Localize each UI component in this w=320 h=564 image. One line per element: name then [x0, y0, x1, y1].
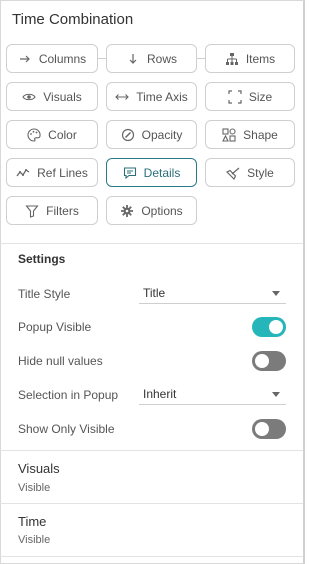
selection-popup-value: Inherit	[143, 387, 177, 401]
eye-icon	[22, 90, 36, 104]
ref-lines-button[interactable]: Ref Lines	[6, 158, 98, 187]
hide-null-label: Hide null values	[18, 354, 103, 368]
time-axis-label: Time Axis	[136, 89, 188, 104]
resize-icon	[228, 89, 242, 104]
hide-null-toggle[interactable]	[252, 351, 286, 371]
visuals-section-title[interactable]: Visuals	[18, 461, 60, 476]
time-section-title[interactable]: Time	[18, 514, 46, 529]
gear-icon	[120, 204, 134, 218]
columns-button[interactable]: Columns	[6, 44, 98, 73]
divider	[0, 503, 303, 504]
time-axis-button[interactable]: Time Axis	[106, 82, 197, 111]
filters-label: Filters	[46, 203, 79, 218]
visuals-label: Visuals	[43, 89, 82, 104]
color-button[interactable]: Color	[6, 120, 98, 149]
divider	[0, 556, 303, 557]
panel-title: Time Combination	[12, 11, 134, 28]
options-button[interactable]: Options	[106, 196, 197, 225]
details-button[interactable]: Details	[106, 158, 197, 187]
rows-button[interactable]: Rows	[106, 44, 197, 73]
color-label: Color	[48, 127, 77, 142]
shapes-icon	[222, 127, 236, 142]
hierarchy-icon	[225, 52, 239, 66]
options-label: Options	[141, 203, 183, 218]
size-button[interactable]: Size	[205, 82, 295, 111]
size-label: Size	[248, 89, 273, 104]
toggle-knob	[269, 320, 283, 334]
palette-icon	[27, 127, 41, 142]
filter-icon	[25, 204, 39, 218]
show-only-visible-label: Show Only Visible	[18, 422, 115, 436]
title-style-label: Title Style	[18, 287, 71, 301]
details-label: Details	[143, 165, 181, 180]
double-arrow-icon	[115, 90, 129, 104]
filters-button[interactable]: Filters	[6, 196, 98, 225]
opacity-label: Opacity	[141, 127, 183, 142]
selection-popup-dropdown[interactable]: Inherit	[139, 383, 286, 405]
toggle-knob	[255, 354, 269, 368]
divider	[0, 450, 303, 451]
popup-visible-toggle[interactable]	[252, 317, 286, 337]
caret-down-icon	[272, 291, 280, 296]
title-style-dropdown[interactable]: Title	[139, 282, 286, 304]
arrow-down-icon	[126, 52, 140, 66]
time-section-value: Visible	[18, 534, 51, 546]
toggle-knob	[255, 422, 269, 436]
opacity-button[interactable]: Opacity	[106, 120, 197, 149]
style-button[interactable]: Style	[205, 158, 295, 187]
show-only-visible-toggle[interactable]	[252, 419, 286, 439]
title-style-value: Title	[143, 286, 166, 300]
brush-icon	[226, 166, 240, 180]
arrow-right-icon	[18, 52, 32, 66]
selection-popup-label: Selection in Popup	[18, 388, 119, 402]
shape-label: Shape	[243, 127, 278, 142]
rows-label: Rows	[146, 51, 177, 66]
style-label: Style	[247, 165, 274, 180]
visuals-button[interactable]: Visuals	[6, 82, 98, 111]
opacity-icon	[121, 128, 135, 142]
visuals-section-value: Visible	[18, 482, 51, 494]
caret-down-icon	[272, 392, 280, 397]
shape-button[interactable]: Shape	[205, 120, 295, 149]
divider	[0, 243, 303, 244]
ref-lines-label: Ref Lines	[37, 165, 88, 180]
items-label: Items	[245, 51, 276, 66]
comment-icon	[123, 166, 137, 180]
trend-line-icon	[16, 166, 30, 180]
items-button[interactable]: Items	[205, 44, 295, 73]
popup-visible-label: Popup Visible	[18, 320, 92, 334]
columns-label: Columns	[38, 51, 87, 66]
settings-heading: Settings	[18, 252, 66, 266]
